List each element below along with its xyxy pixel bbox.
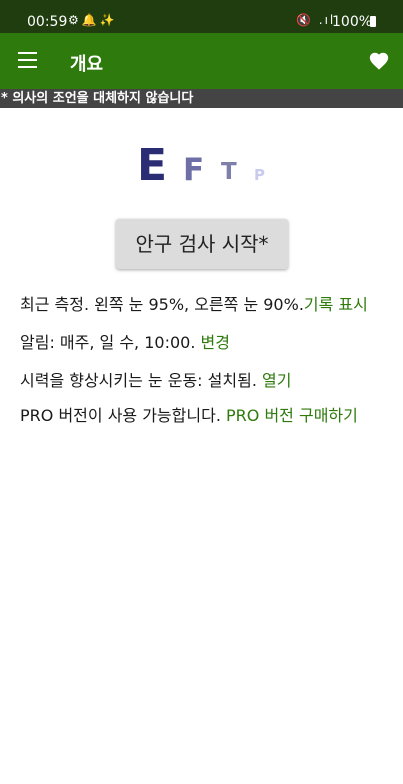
disclaimer-banner: * 의사의 조언을 대체하지 않습니다 [0, 89, 403, 108]
page-title: 개요 [70, 54, 104, 75]
recent-measurement-text: 최근 측정. 왼쪽 눈 95%, 오른쪽 눈 90%. [20, 295, 304, 314]
signal-icons: 🔇 .ıl [296, 13, 336, 27]
recent-measurement-row: 최근 측정. 왼쪽 눈 95%, 오른쪽 눈 90%.기록 표시 [20, 291, 368, 315]
menu-icon[interactable] [18, 52, 37, 68]
open-exercise-link[interactable]: 열기 [262, 371, 291, 390]
app-bar: 개요 [0, 33, 403, 89]
chart-letter-p: P [254, 166, 265, 184]
show-history-link[interactable]: 기록 표시 [304, 295, 368, 314]
pro-version-text: PRO 버전이 사용 가능합니다. [20, 406, 226, 425]
chart-letter-f: F [183, 152, 205, 188]
alarm-text: 알림: 매주, 일 수, 10:00. [20, 333, 201, 352]
exercise-text: 시력을 향상시키는 눈 운동: 설치됨. [20, 371, 262, 390]
battery-level: 100% [332, 14, 373, 30]
battery-icon [370, 16, 376, 27]
buy-pro-link[interactable]: PRO 버전 구매하기 [226, 406, 358, 425]
change-alarm-link[interactable]: 변경 [201, 333, 230, 352]
eye-chart-logo: E F T P [135, 140, 275, 191]
exercise-row: 시력을 향상시키는 눈 운동: 설치됨. 열기 [20, 367, 291, 391]
notification-icons: ⚙🔔✨ [68, 13, 118, 27]
pro-version-row: PRO 버전이 사용 가능합니다. PRO 버전 구매하기 [20, 405, 360, 427]
alarm-row: 알림: 매주, 일 수, 10:00. 변경 [20, 329, 230, 353]
heart-icon[interactable] [368, 50, 390, 72]
status-bar: 00:59 ⚙🔔✨ 🔇 .ıl 100% [0, 0, 403, 33]
start-eye-test-button[interactable]: 안구 검사 시작* [116, 219, 288, 269]
status-time: 00:59 [27, 14, 68, 30]
chart-letter-t: T [221, 159, 237, 185]
chart-letter-e: E [137, 140, 168, 191]
